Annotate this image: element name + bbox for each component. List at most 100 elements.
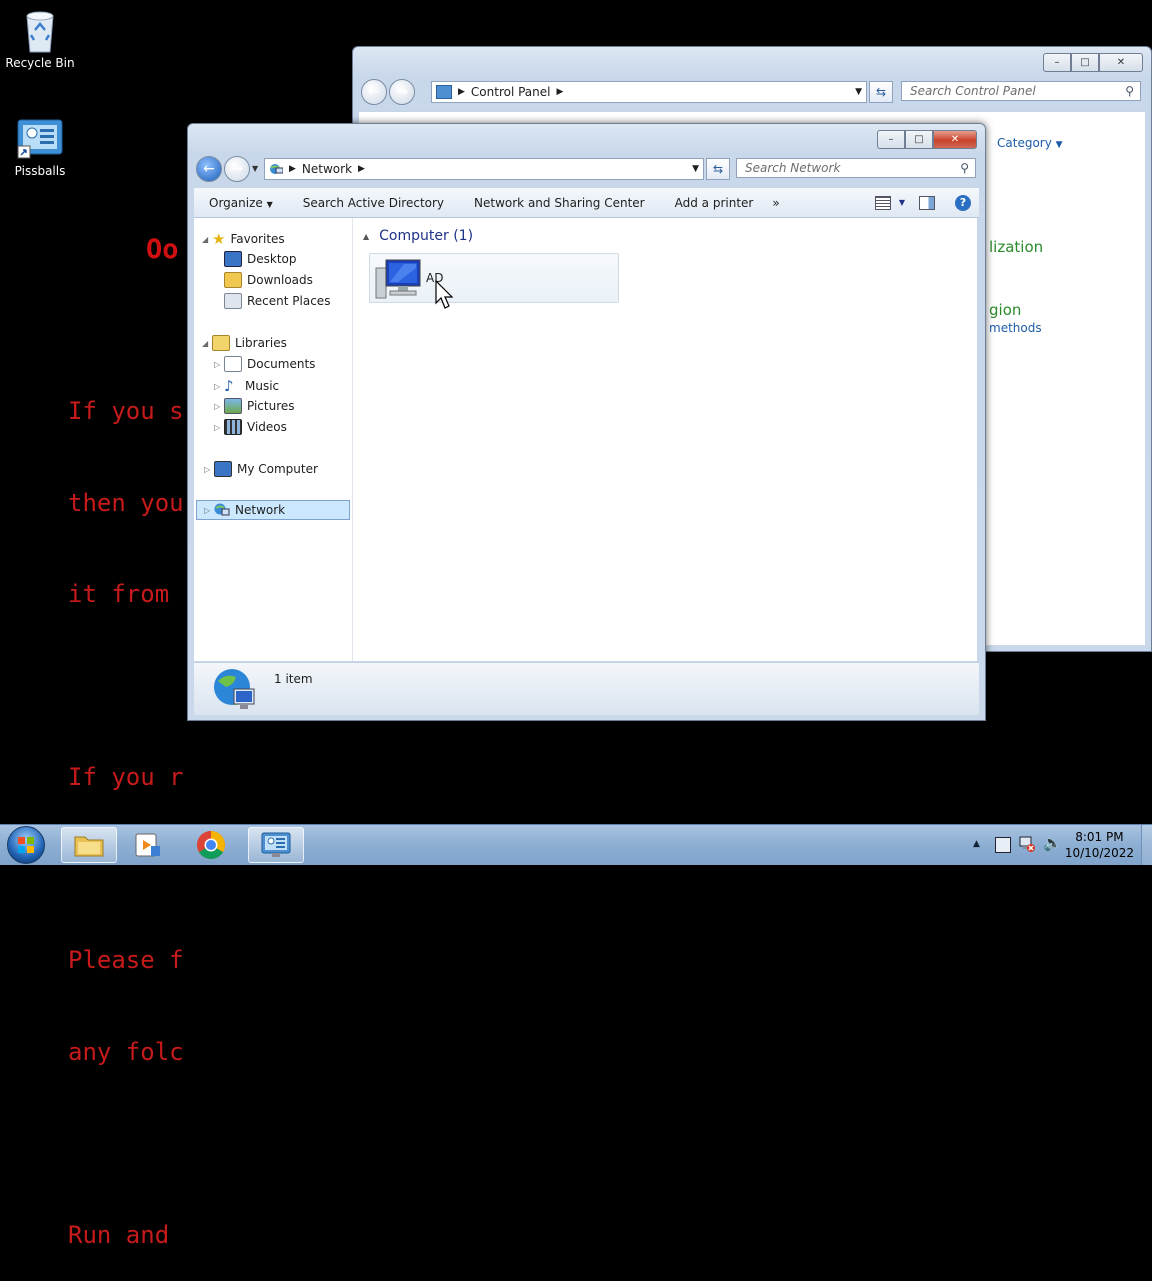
control-panel-icon	[436, 85, 452, 99]
refresh-button[interactable]: ⇆	[869, 81, 893, 103]
nav-item-documents[interactable]: ▷ Documents	[214, 356, 315, 372]
nav-item-pictures[interactable]: ▷ Pictures	[214, 398, 295, 414]
expand-arrow-icon[interactable]: ▷	[214, 382, 224, 391]
downloads-folder-icon	[224, 272, 242, 288]
nav-item-downloads[interactable]: Downloads	[224, 272, 313, 288]
close-button[interactable]: ✕	[933, 130, 977, 149]
address-bar[interactable]: ▶ Control Panel ▶ ▼	[431, 81, 867, 103]
expand-arrow-icon[interactable]: ▷	[214, 402, 224, 411]
desktop-icon-recycle-bin[interactable]: Recycle Bin	[0, 8, 80, 70]
ransom-note-title: Oo	[146, 234, 179, 265]
nav-label: My Computer	[237, 462, 318, 476]
group-header[interactable]: ▲ Computer (1)	[363, 228, 473, 244]
taskbar-chrome[interactable]	[183, 827, 239, 863]
close-button[interactable]: ✕	[1099, 53, 1143, 72]
refresh-button[interactable]: ⇆	[706, 158, 730, 180]
minimize-button[interactable]: –	[877, 130, 905, 149]
computer-icon	[374, 258, 422, 300]
address-bar[interactable]: ▶ Network ▶ ▼	[264, 158, 704, 180]
control-panel-shortcut-icon	[16, 118, 64, 162]
clock[interactable]: 8:01 PM 10/10/2022	[1065, 829, 1134, 861]
nav-label: Favorites	[230, 232, 285, 246]
more-commands-button[interactable]: »	[768, 196, 783, 210]
caption-buttons: – □ ✕	[877, 130, 977, 149]
nav-label: Pictures	[247, 399, 295, 413]
action-center-icon[interactable]	[995, 837, 1011, 853]
change-view-button[interactable]: ▼	[874, 195, 905, 210]
nav-item-music[interactable]: ▷ ♪ Music	[214, 377, 279, 395]
category-heading[interactable]: gion	[989, 301, 1021, 319]
maximize-button[interactable]: □	[1071, 53, 1099, 72]
nav-item-favorites[interactable]: ◢ ★ Favorites	[202, 230, 285, 248]
address-dropdown-icon[interactable]: ▼	[692, 164, 699, 174]
expand-arrow-icon[interactable]: ◢	[202, 339, 212, 348]
nav-item-my-computer[interactable]: ▷ My Computer	[204, 461, 318, 477]
chevron-down-icon: ▼	[1055, 140, 1063, 150]
recent-pages-dropdown[interactable]: ▼	[252, 164, 258, 173]
expand-arrow-icon[interactable]: ▷	[204, 465, 214, 474]
mouse-cursor-icon	[435, 280, 454, 309]
taskbar-explorer[interactable]	[61, 827, 117, 863]
chevron-down-icon: ▼	[266, 199, 273, 209]
minimize-button[interactable]: –	[1043, 53, 1071, 72]
nav-item-desktop[interactable]: Desktop	[224, 251, 297, 267]
show-desktop-button[interactable]	[1141, 825, 1152, 865]
breadcrumb-arrow-icon: ▶	[556, 87, 564, 97]
search-input[interactable]: Search Control Panel ⚲	[901, 81, 1141, 101]
desktop-icon-pissballs[interactable]: Pissballs	[0, 118, 80, 178]
nav-label: Documents	[247, 357, 316, 371]
nav-label: Desktop	[247, 252, 297, 266]
network-globe-icon	[212, 667, 258, 713]
back-button[interactable]: ←	[196, 156, 222, 182]
pictures-icon	[224, 398, 242, 414]
ransom-line: If you s	[68, 397, 184, 425]
ransom-line	[68, 671, 184, 702]
computer-item-ad[interactable]: AD	[369, 253, 619, 303]
breadcrumb-arrow-icon: ▶	[458, 87, 465, 97]
nav-item-recent-places[interactable]: Recent Places	[224, 293, 330, 309]
view-by-dropdown[interactable]: Category ▼	[997, 136, 1063, 150]
taskbar-control-panel[interactable]	[248, 827, 304, 863]
nav-item-videos[interactable]: ▷ Videos	[214, 419, 287, 435]
videos-icon	[224, 419, 242, 435]
show-hidden-icons-button[interactable]: ▲	[973, 839, 980, 849]
expand-arrow-icon[interactable]: ◢	[202, 235, 212, 244]
organize-button[interactable]: Organize ▼	[194, 196, 288, 210]
category-link[interactable]: methods	[989, 321, 1042, 335]
expand-arrow-icon[interactable]: ▷	[204, 506, 214, 515]
taskbar-media-player[interactable]	[120, 827, 176, 863]
ransom-line: If you r	[68, 763, 184, 791]
volume-icon[interactable]: 🔈	[1043, 834, 1062, 852]
forward-button[interactable]: →	[224, 156, 250, 182]
expand-arrow-icon[interactable]: ▷	[214, 423, 224, 432]
breadcrumb-network[interactable]: Network	[302, 162, 352, 176]
group-header-label: Computer (1)	[379, 228, 474, 244]
nav-label: Music	[245, 379, 280, 393]
desktop-icon	[224, 251, 242, 267]
search-input[interactable]: Search Network ⚲	[736, 158, 976, 178]
collapse-arrow-icon[interactable]: ▲	[363, 232, 369, 241]
breadcrumb-arrow-icon: ▶	[289, 164, 296, 174]
start-button[interactable]	[2, 826, 50, 864]
navigation-pane: ◢ ★ Favorites Desktop Downloads Recent P…	[194, 218, 353, 661]
search-active-directory-button[interactable]: Search Active Directory	[288, 196, 459, 210]
category-heading[interactable]: lization	[989, 238, 1043, 256]
address-dropdown-icon[interactable]: ▼	[855, 87, 862, 97]
back-button[interactable]: ←	[361, 79, 387, 105]
network-window[interactable]: – □ ✕ ← → ▼ ▶ Network ▶ ▼ ⇆ Search Netwo…	[187, 123, 986, 721]
help-icon[interactable]: ?	[955, 194, 971, 211]
ransom-line: Please f	[68, 946, 184, 974]
network-error-icon[interactable]	[1019, 836, 1035, 852]
add-printer-button[interactable]: Add a printer	[660, 196, 769, 210]
libraries-icon	[212, 335, 230, 351]
expand-arrow-icon[interactable]: ▷	[214, 360, 224, 369]
preview-pane-icon[interactable]	[919, 195, 935, 210]
breadcrumb-control-panel[interactable]: Control Panel	[471, 85, 551, 99]
desktop-icon-label: Pissballs	[14, 164, 66, 178]
forward-button[interactable]: →	[389, 79, 415, 105]
ransom-line: it from	[68, 580, 170, 608]
nav-item-network[interactable]: ▷ Network	[204, 503, 285, 517]
maximize-button[interactable]: □	[905, 130, 933, 149]
nav-item-libraries[interactable]: ◢ Libraries	[202, 335, 287, 351]
network-sharing-center-button[interactable]: Network and Sharing Center	[459, 196, 660, 210]
